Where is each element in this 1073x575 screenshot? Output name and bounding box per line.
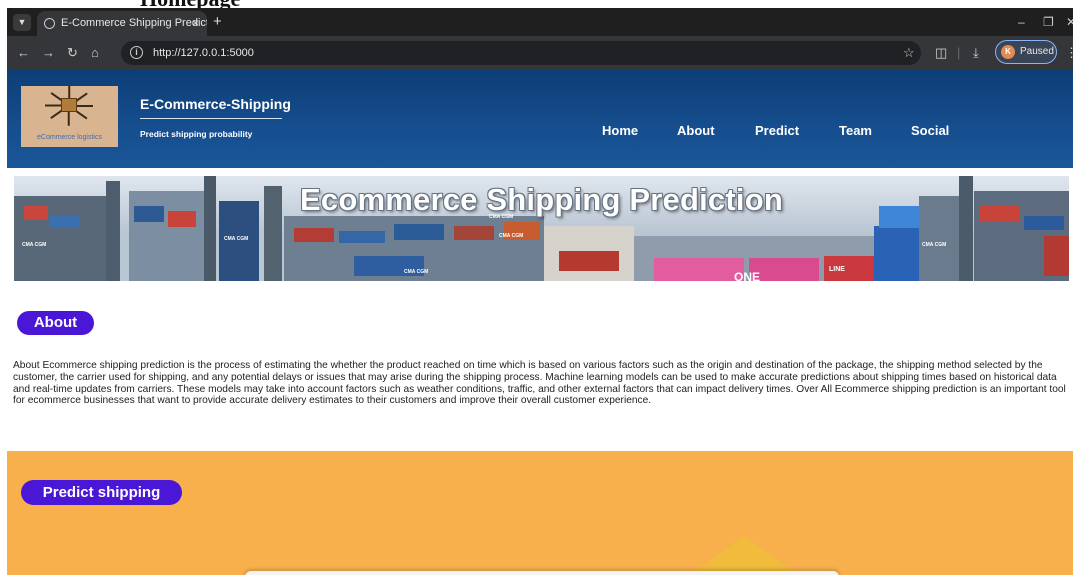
nav-about[interactable]: About [677,123,715,138]
logo-text: eCommerce logistics [37,134,102,141]
site-header: eCommerce logistics E-Commerce-Shipping … [7,70,1073,168]
nav-predict[interactable]: Predict [755,123,799,138]
brand-mark: CMA CGM [404,269,429,275]
address-bar[interactable]: i http://127.0.0.1:5000 [121,41,921,65]
close-tab-icon[interactable]: × [192,11,199,36]
toolbar-divider: | [957,45,961,60]
maximize-icon[interactable]: ❐ [1043,14,1054,30]
new-tab-button[interactable]: + [213,12,222,32]
brand-mark: CMA CGM [22,242,47,248]
favicon-icon [44,18,55,29]
predict-heading: Predict shipping [21,480,182,505]
browser-tab[interactable]: E-Commerce Shipping Predicti × [37,11,207,36]
hero-banner: CMA CGM CMA CGM CMA CGM CMA CGM CMA CGM … [14,176,1069,281]
predict-section: Predict shipping [7,451,1073,575]
banner-title: Ecommerce Shipping Prediction [300,182,783,217]
browser-tab-strip: ▼ E-Commerce Shipping Predicti × + – ❐ ✕ [7,8,1073,36]
close-icon[interactable]: ✕ [1066,14,1073,30]
decorative-triangle [689,536,799,575]
extensions-icon[interactable]: ◫ [935,45,947,61]
star-icon[interactable]: ☆ [903,45,915,61]
avatar: K [1001,45,1015,59]
profile-button[interactable]: K Paused [995,40,1057,64]
minimize-icon[interactable]: – [1018,14,1025,30]
document-heading: Homepage [0,0,240,11]
tab-menu-icon[interactable]: ▼ [13,14,31,31]
forward-icon[interactable]: → [42,45,55,61]
site-logo[interactable]: eCommerce logistics [21,85,118,147]
home-icon[interactable]: ⌂ [91,45,99,61]
reload-icon[interactable]: ↻ [67,45,78,61]
site-subtitle: Predict shipping probability [140,129,253,139]
title-divider [140,118,282,119]
about-section: About About Ecommerce shipping predictio… [7,290,1073,445]
brand-mark: CMA CGM [224,236,249,242]
brand-mark: CMA CGM [922,242,947,248]
page: Homepage ▼ E-Commerce Shipping Predicti … [0,0,1073,575]
box-icon [61,98,77,112]
nav-social[interactable]: Social [911,123,949,138]
url-text[interactable]: http://127.0.0.1:5000 [153,41,254,65]
tab-title: E-Commerce Shipping Predicti [61,17,207,29]
profile-status: Paused [1020,46,1054,57]
nav-team[interactable]: Team [839,123,872,138]
nav-home[interactable]: Home [602,123,638,138]
brand-mark: CMA CGM [499,233,524,239]
about-text: About Ecommerce shipping prediction is t… [13,360,1066,407]
download-icon[interactable]: ⤓ [973,45,979,61]
brand-mark: ONE [734,270,761,281]
brand-mark: LINE [829,266,845,273]
more-icon[interactable]: ⋮ [1065,45,1073,61]
back-icon[interactable]: ← [17,45,30,61]
browser-toolbar: ← → ↻ ⌂ i http://127.0.0.1:5000 ☆ ◫ | ⤓ … [7,36,1073,70]
site-title: E-Commerce-Shipping [140,96,291,112]
about-heading: About [17,311,94,335]
prediction-form-card [245,571,839,575]
info-icon[interactable]: i [130,46,143,59]
